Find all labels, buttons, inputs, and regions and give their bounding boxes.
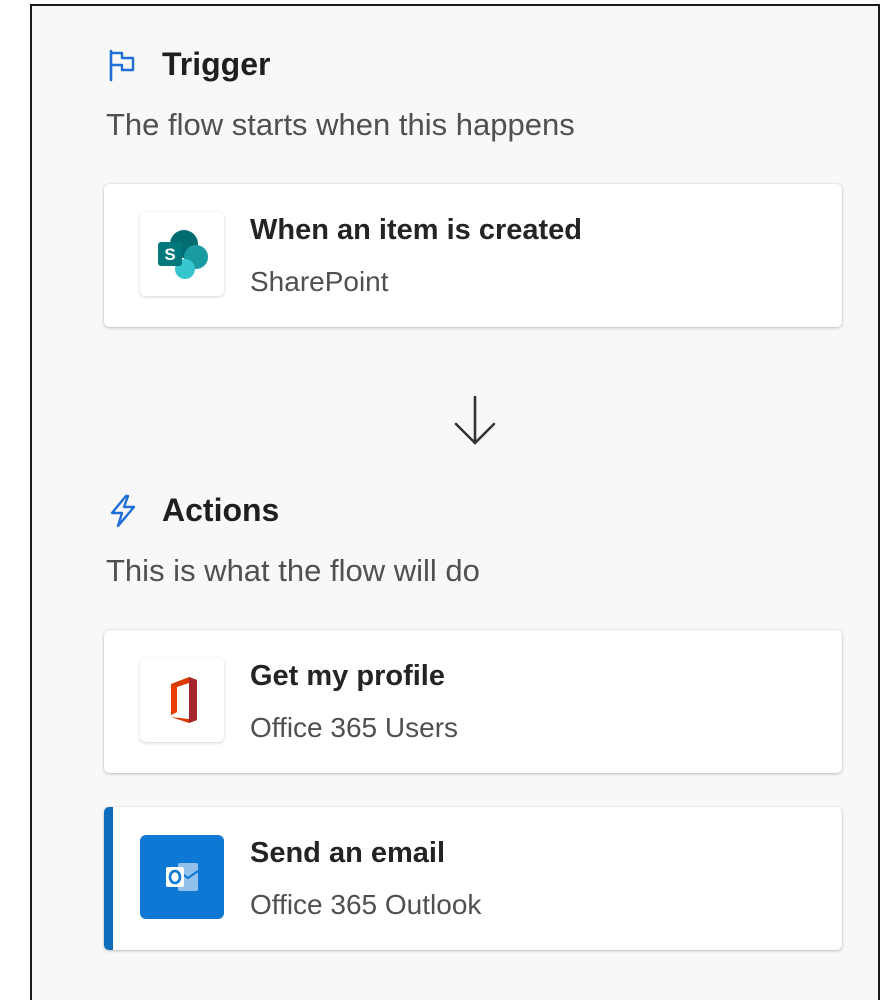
action-card-connector: Office 365 Users bbox=[250, 712, 459, 743]
svg-text:S: S bbox=[164, 245, 175, 264]
office-logo-icon bbox=[140, 658, 224, 742]
actions-subtitle: This is what the flow will do bbox=[106, 553, 480, 588]
flow-overview-panel: Trigger The flow starts when this happen… bbox=[30, 4, 880, 1000]
actions-title: Actions bbox=[162, 492, 280, 528]
action-card-get-my-profile[interactable]: Get my profile Office 365 Users bbox=[104, 630, 842, 773]
trigger-card-when-item-created[interactable]: S When an item is created SharePoint bbox=[104, 184, 842, 327]
outlook-logo-icon bbox=[140, 835, 224, 919]
arrow-down-icon bbox=[450, 393, 500, 449]
trigger-subtitle: The flow starts when this happens bbox=[106, 107, 575, 142]
action-card-send-an-email[interactable]: Send an email Office 365 Outlook bbox=[104, 807, 842, 950]
trigger-title: Trigger bbox=[162, 46, 271, 82]
action-card-connector: Office 365 Outlook bbox=[250, 889, 482, 920]
sharepoint-logo-icon: S bbox=[140, 212, 224, 296]
trigger-header: Trigger bbox=[106, 46, 270, 83]
trigger-card-title: When an item is created bbox=[250, 214, 582, 246]
action-card-title: Send an email bbox=[250, 837, 446, 869]
trigger-card-connector: SharePoint bbox=[250, 266, 389, 297]
flag-icon bbox=[106, 48, 140, 82]
actions-header: Actions bbox=[106, 492, 279, 529]
lightning-icon bbox=[106, 494, 140, 528]
action-card-title: Get my profile bbox=[250, 660, 445, 692]
